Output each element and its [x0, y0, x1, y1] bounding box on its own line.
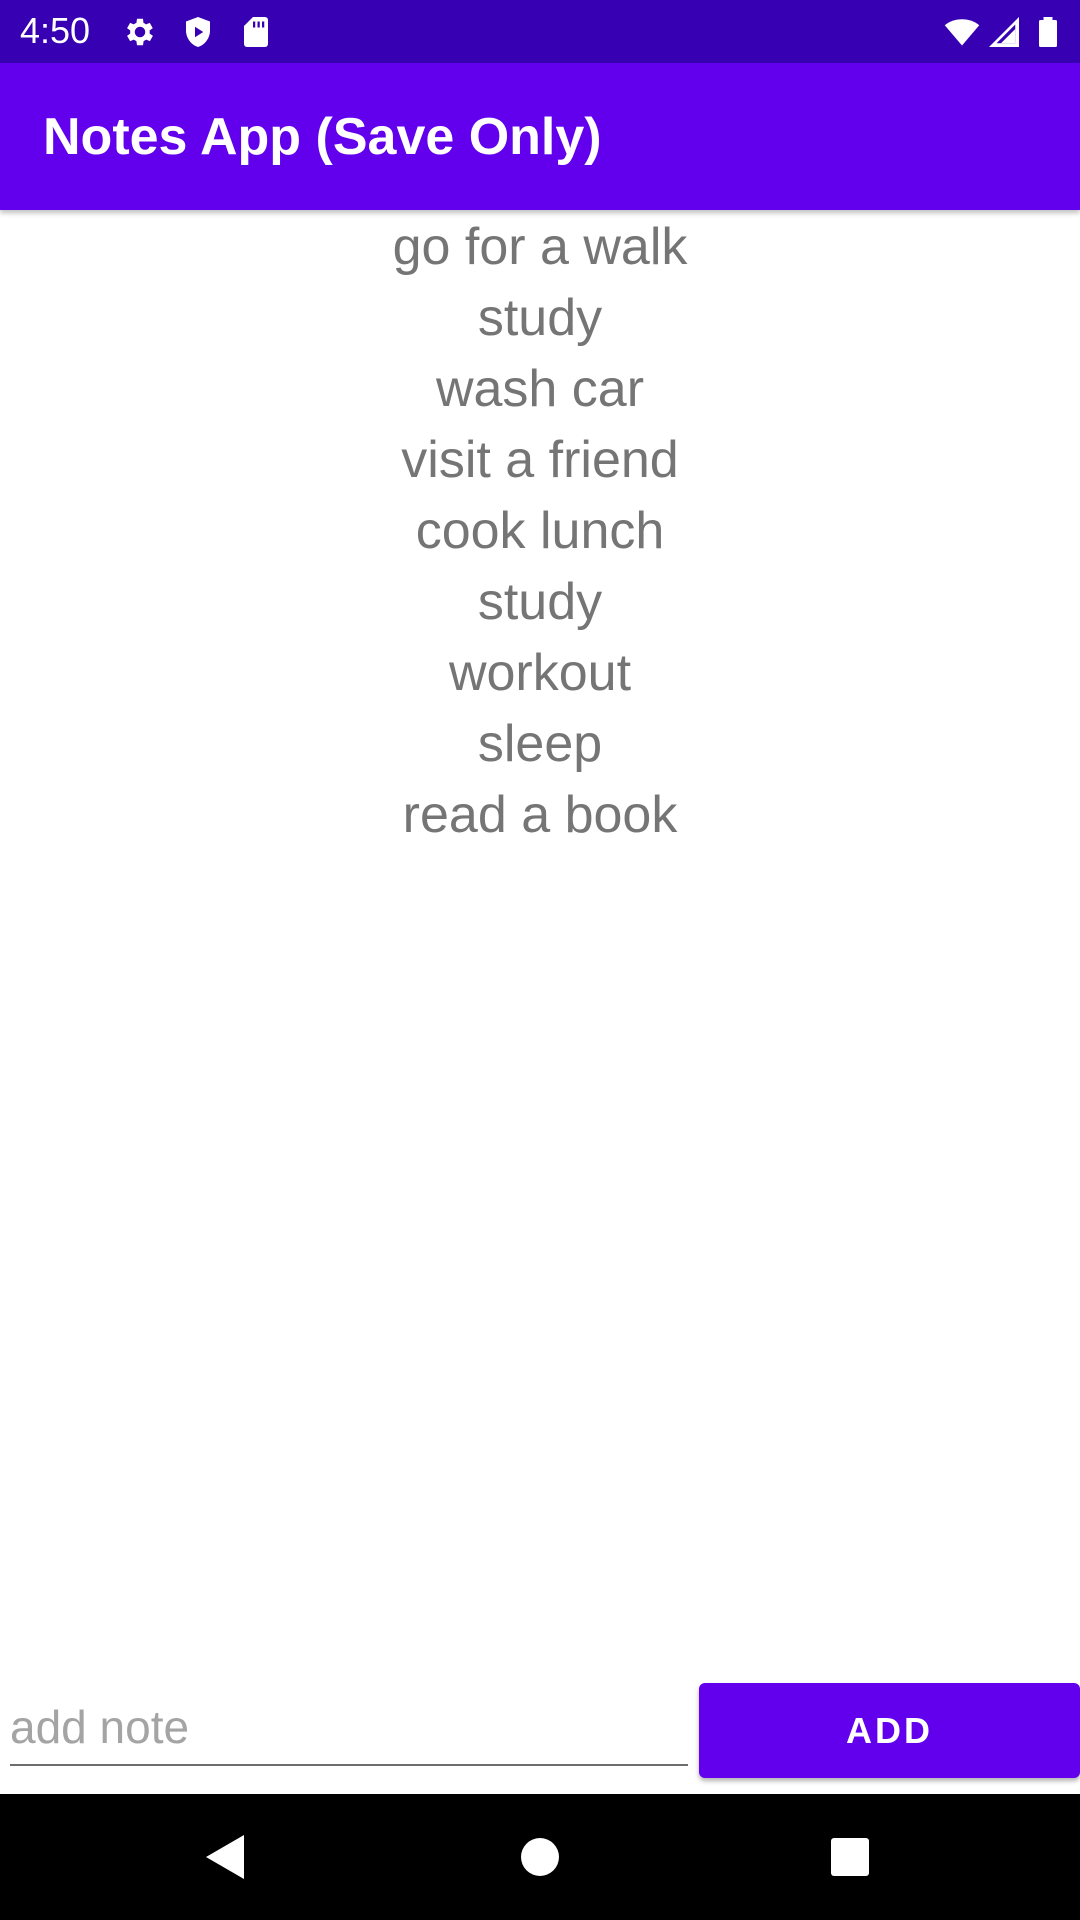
navigation-bar	[0, 1794, 1080, 1920]
note-item[interactable]: read a book	[0, 780, 1080, 851]
settings-icon	[122, 14, 158, 50]
note-item[interactable]: wash car	[0, 354, 1080, 425]
shield-icon	[180, 14, 216, 50]
back-icon[interactable]	[196, 1827, 256, 1887]
sd-card-icon	[238, 14, 274, 50]
battery-icon	[1030, 14, 1066, 50]
note-item[interactable]: sleep	[0, 709, 1080, 780]
status-bar: 4:50	[0, 0, 1080, 63]
note-item[interactable]: go for a walk	[0, 212, 1080, 283]
note-item[interactable]: cook lunch	[0, 496, 1080, 567]
note-item[interactable]: visit a friend	[0, 425, 1080, 496]
signal-icon	[986, 14, 1022, 50]
status-time: 4:50	[20, 10, 91, 51]
app-bar: Notes App (Save Only)	[0, 63, 1080, 210]
note-item[interactable]: study	[0, 567, 1080, 638]
add-button[interactable]: ADD	[699, 1683, 1080, 1778]
wifi-icon	[944, 14, 980, 50]
app-title: Notes App (Save Only)	[43, 108, 602, 166]
note-item[interactable]: study	[0, 283, 1080, 354]
note-list: go for a walk study wash car visit a fri…	[0, 212, 1080, 851]
add-note-input[interactable]	[10, 1690, 688, 1766]
note-item[interactable]: workout	[0, 638, 1080, 709]
home-icon[interactable]	[510, 1827, 570, 1887]
recents-icon[interactable]	[820, 1827, 880, 1887]
screen: 4:50 Notes App (Save Only) go for a walk…	[0, 0, 1080, 1920]
